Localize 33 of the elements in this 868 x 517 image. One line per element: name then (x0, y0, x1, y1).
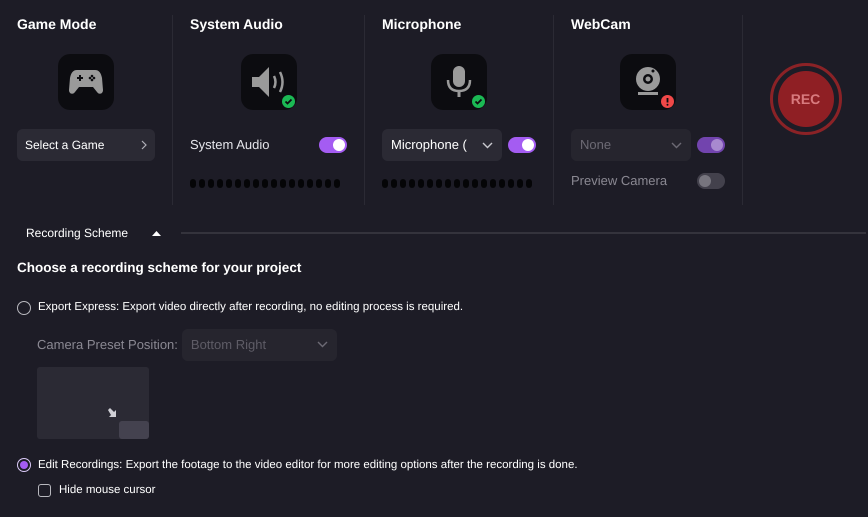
chevron-right-icon (141, 140, 147, 150)
source-tile[interactable] (240, 54, 296, 110)
option-label: Export Express: Export video directly after recording, no editing process is required. (38, 300, 464, 316)
chevron-down-icon (671, 142, 682, 148)
chevron-down-icon (316, 341, 328, 348)
arrow-icon (107, 406, 118, 418)
section-title: Microphone (382, 15, 462, 33)
camera-overlay (119, 420, 149, 438)
preview-camera-label: Preview Camera (571, 172, 668, 190)
webcam-icon (634, 66, 662, 98)
enable-toggle[interactable] (319, 137, 347, 153)
source-tile[interactable] (431, 54, 487, 110)
camera-position-label: Camera Preset Position: (37, 336, 178, 354)
enable-toggle[interactable] (508, 137, 536, 153)
radio-button[interactable] (17, 458, 31, 472)
device-dropdown[interactable]: Microphone ( (382, 129, 502, 161)
checkbox-label: Hide mouse cursor (59, 482, 156, 498)
gamepad-icon (69, 68, 103, 96)
toggle-label: System Audio (190, 136, 270, 154)
option-label: Edit Recordings: Export the footage to the video editor for more editing options after the recording is done. (38, 458, 578, 472)
chevron-down-icon (482, 142, 493, 148)
recording-scheme-tab[interactable]: Recording Scheme (26, 224, 128, 242)
select-game-button[interactable]: Select a Game (17, 129, 155, 161)
section-title: System Audio (190, 15, 284, 33)
section-title: Game Mode (17, 15, 98, 33)
caret-up-icon[interactable] (152, 230, 162, 236)
checkbox[interactable] (38, 484, 51, 497)
radio-button[interactable] (17, 300, 31, 315)
source-tile[interactable] (58, 54, 114, 110)
source-tile[interactable] (620, 54, 676, 110)
section-title: WebCam (571, 15, 632, 33)
microphone-icon (446, 65, 472, 99)
scheme-heading: Choose a recording scheme for your project (17, 259, 302, 277)
